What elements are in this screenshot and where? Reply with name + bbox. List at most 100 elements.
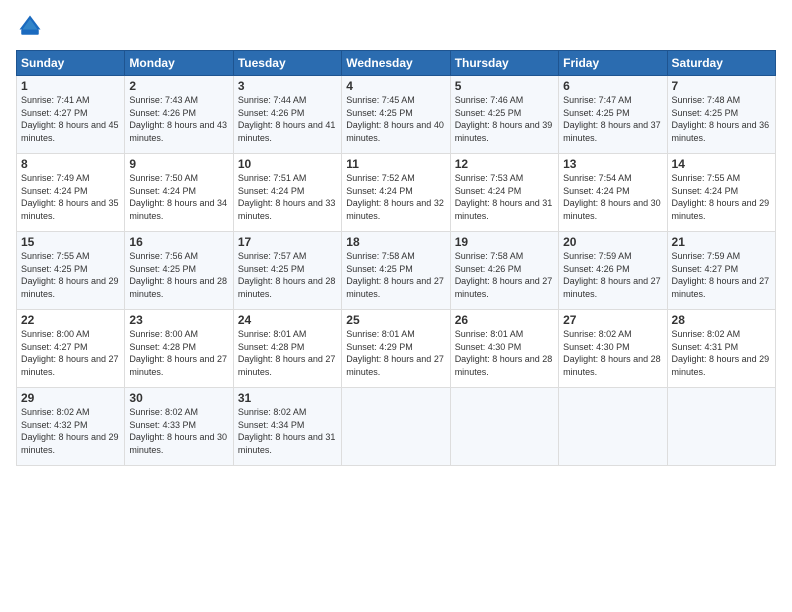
calendar-cell: 16 Sunrise: 7:56 AM Sunset: 4:25 PM Dayl… (125, 232, 233, 310)
sunrise-text: Sunrise: 7:55 AM (672, 172, 771, 185)
sunset-text: Sunset: 4:31 PM (672, 341, 771, 354)
sunset-text: Sunset: 4:30 PM (455, 341, 554, 354)
calendar-cell: 25 Sunrise: 8:01 AM Sunset: 4:29 PM Dayl… (342, 310, 450, 388)
daylight-text: Daylight: 8 hours and 29 minutes. (672, 353, 771, 378)
day-number: 7 (672, 79, 771, 93)
calendar-cell: 12 Sunrise: 7:53 AM Sunset: 4:24 PM Dayl… (450, 154, 558, 232)
week-row-3: 15 Sunrise: 7:55 AM Sunset: 4:25 PM Dayl… (17, 232, 776, 310)
sunset-text: Sunset: 4:24 PM (238, 185, 337, 198)
day-number: 24 (238, 313, 337, 327)
day-number: 19 (455, 235, 554, 249)
day-number: 29 (21, 391, 120, 405)
sunset-text: Sunset: 4:25 PM (563, 107, 662, 120)
week-row-4: 22 Sunrise: 8:00 AM Sunset: 4:27 PM Dayl… (17, 310, 776, 388)
logo (16, 12, 48, 40)
sunset-text: Sunset: 4:24 PM (455, 185, 554, 198)
day-number: 21 (672, 235, 771, 249)
cell-info: Sunrise: 7:57 AM Sunset: 4:25 PM Dayligh… (238, 250, 337, 300)
daylight-text: Daylight: 8 hours and 41 minutes. (238, 119, 337, 144)
sunrise-text: Sunrise: 8:01 AM (455, 328, 554, 341)
day-number: 13 (563, 157, 662, 171)
daylight-text: Daylight: 8 hours and 29 minutes. (21, 431, 120, 456)
daylight-text: Daylight: 8 hours and 32 minutes. (346, 197, 445, 222)
sunset-text: Sunset: 4:27 PM (672, 263, 771, 276)
sunset-text: Sunset: 4:28 PM (129, 341, 228, 354)
sunset-text: Sunset: 4:25 PM (455, 107, 554, 120)
cell-info: Sunrise: 7:58 AM Sunset: 4:25 PM Dayligh… (346, 250, 445, 300)
sunrise-text: Sunrise: 7:49 AM (21, 172, 120, 185)
header-row (16, 12, 776, 40)
sunset-text: Sunset: 4:27 PM (21, 341, 120, 354)
cell-info: Sunrise: 8:01 AM Sunset: 4:28 PM Dayligh… (238, 328, 337, 378)
daylight-text: Daylight: 8 hours and 35 minutes. (21, 197, 120, 222)
logo-icon (16, 12, 44, 40)
sunset-text: Sunset: 4:24 PM (129, 185, 228, 198)
calendar-cell: 26 Sunrise: 8:01 AM Sunset: 4:30 PM Dayl… (450, 310, 558, 388)
sunset-text: Sunset: 4:24 PM (346, 185, 445, 198)
sunset-text: Sunset: 4:25 PM (346, 263, 445, 276)
header-wednesday: Wednesday (342, 51, 450, 76)
day-number: 3 (238, 79, 337, 93)
cell-info: Sunrise: 7:55 AM Sunset: 4:24 PM Dayligh… (672, 172, 771, 222)
daylight-text: Daylight: 8 hours and 27 minutes. (346, 353, 445, 378)
calendar-cell: 2 Sunrise: 7:43 AM Sunset: 4:26 PM Dayli… (125, 76, 233, 154)
cell-info: Sunrise: 7:56 AM Sunset: 4:25 PM Dayligh… (129, 250, 228, 300)
sunset-text: Sunset: 4:32 PM (21, 419, 120, 432)
calendar-cell: 22 Sunrise: 8:00 AM Sunset: 4:27 PM Dayl… (17, 310, 125, 388)
calendar-cell: 18 Sunrise: 7:58 AM Sunset: 4:25 PM Dayl… (342, 232, 450, 310)
sunrise-text: Sunrise: 8:02 AM (238, 406, 337, 419)
sunrise-text: Sunrise: 7:53 AM (455, 172, 554, 185)
daylight-text: Daylight: 8 hours and 27 minutes. (21, 353, 120, 378)
cell-info: Sunrise: 7:59 AM Sunset: 4:27 PM Dayligh… (672, 250, 771, 300)
day-number: 4 (346, 79, 445, 93)
day-number: 20 (563, 235, 662, 249)
daylight-text: Daylight: 8 hours and 45 minutes. (21, 119, 120, 144)
header-friday: Friday (559, 51, 667, 76)
sunrise-text: Sunrise: 7:54 AM (563, 172, 662, 185)
calendar-cell: 24 Sunrise: 8:01 AM Sunset: 4:28 PM Dayl… (233, 310, 341, 388)
sunset-text: Sunset: 4:24 PM (21, 185, 120, 198)
sunset-text: Sunset: 4:25 PM (346, 107, 445, 120)
day-number: 1 (21, 79, 120, 93)
calendar-cell: 20 Sunrise: 7:59 AM Sunset: 4:26 PM Dayl… (559, 232, 667, 310)
cell-info: Sunrise: 7:58 AM Sunset: 4:26 PM Dayligh… (455, 250, 554, 300)
daylight-text: Daylight: 8 hours and 27 minutes. (346, 275, 445, 300)
sunrise-text: Sunrise: 7:50 AM (129, 172, 228, 185)
daylight-text: Daylight: 8 hours and 40 minutes. (346, 119, 445, 144)
cell-info: Sunrise: 7:54 AM Sunset: 4:24 PM Dayligh… (563, 172, 662, 222)
day-number: 2 (129, 79, 228, 93)
sunrise-text: Sunrise: 8:01 AM (346, 328, 445, 341)
sunrise-text: Sunrise: 7:58 AM (346, 250, 445, 263)
cell-info: Sunrise: 7:47 AM Sunset: 4:25 PM Dayligh… (563, 94, 662, 144)
daylight-text: Daylight: 8 hours and 28 minutes. (238, 275, 337, 300)
sunset-text: Sunset: 4:25 PM (21, 263, 120, 276)
calendar-cell: 5 Sunrise: 7:46 AM Sunset: 4:25 PM Dayli… (450, 76, 558, 154)
daylight-text: Daylight: 8 hours and 28 minutes. (455, 353, 554, 378)
cell-info: Sunrise: 7:52 AM Sunset: 4:24 PM Dayligh… (346, 172, 445, 222)
daylight-text: Daylight: 8 hours and 31 minutes. (238, 431, 337, 456)
sunset-text: Sunset: 4:25 PM (238, 263, 337, 276)
calendar-cell: 11 Sunrise: 7:52 AM Sunset: 4:24 PM Dayl… (342, 154, 450, 232)
calendar-cell: 10 Sunrise: 7:51 AM Sunset: 4:24 PM Dayl… (233, 154, 341, 232)
sunset-text: Sunset: 4:25 PM (129, 263, 228, 276)
calendar-cell: 29 Sunrise: 8:02 AM Sunset: 4:32 PM Dayl… (17, 388, 125, 466)
sunset-text: Sunset: 4:26 PM (563, 263, 662, 276)
day-number: 26 (455, 313, 554, 327)
cell-info: Sunrise: 7:46 AM Sunset: 4:25 PM Dayligh… (455, 94, 554, 144)
sunset-text: Sunset: 4:26 PM (455, 263, 554, 276)
sunset-text: Sunset: 4:27 PM (21, 107, 120, 120)
calendar-cell: 7 Sunrise: 7:48 AM Sunset: 4:25 PM Dayli… (667, 76, 775, 154)
daylight-text: Daylight: 8 hours and 28 minutes. (563, 353, 662, 378)
day-number: 14 (672, 157, 771, 171)
daylight-text: Daylight: 8 hours and 30 minutes. (129, 431, 228, 456)
day-number: 18 (346, 235, 445, 249)
calendar-cell: 23 Sunrise: 8:00 AM Sunset: 4:28 PM Dayl… (125, 310, 233, 388)
sunrise-text: Sunrise: 7:44 AM (238, 94, 337, 107)
sunset-text: Sunset: 4:33 PM (129, 419, 228, 432)
week-row-2: 8 Sunrise: 7:49 AM Sunset: 4:24 PM Dayli… (17, 154, 776, 232)
daylight-text: Daylight: 8 hours and 27 minutes. (238, 353, 337, 378)
sunset-text: Sunset: 4:34 PM (238, 419, 337, 432)
cell-info: Sunrise: 7:53 AM Sunset: 4:24 PM Dayligh… (455, 172, 554, 222)
daylight-text: Daylight: 8 hours and 29 minutes. (672, 197, 771, 222)
sunrise-text: Sunrise: 8:02 AM (21, 406, 120, 419)
